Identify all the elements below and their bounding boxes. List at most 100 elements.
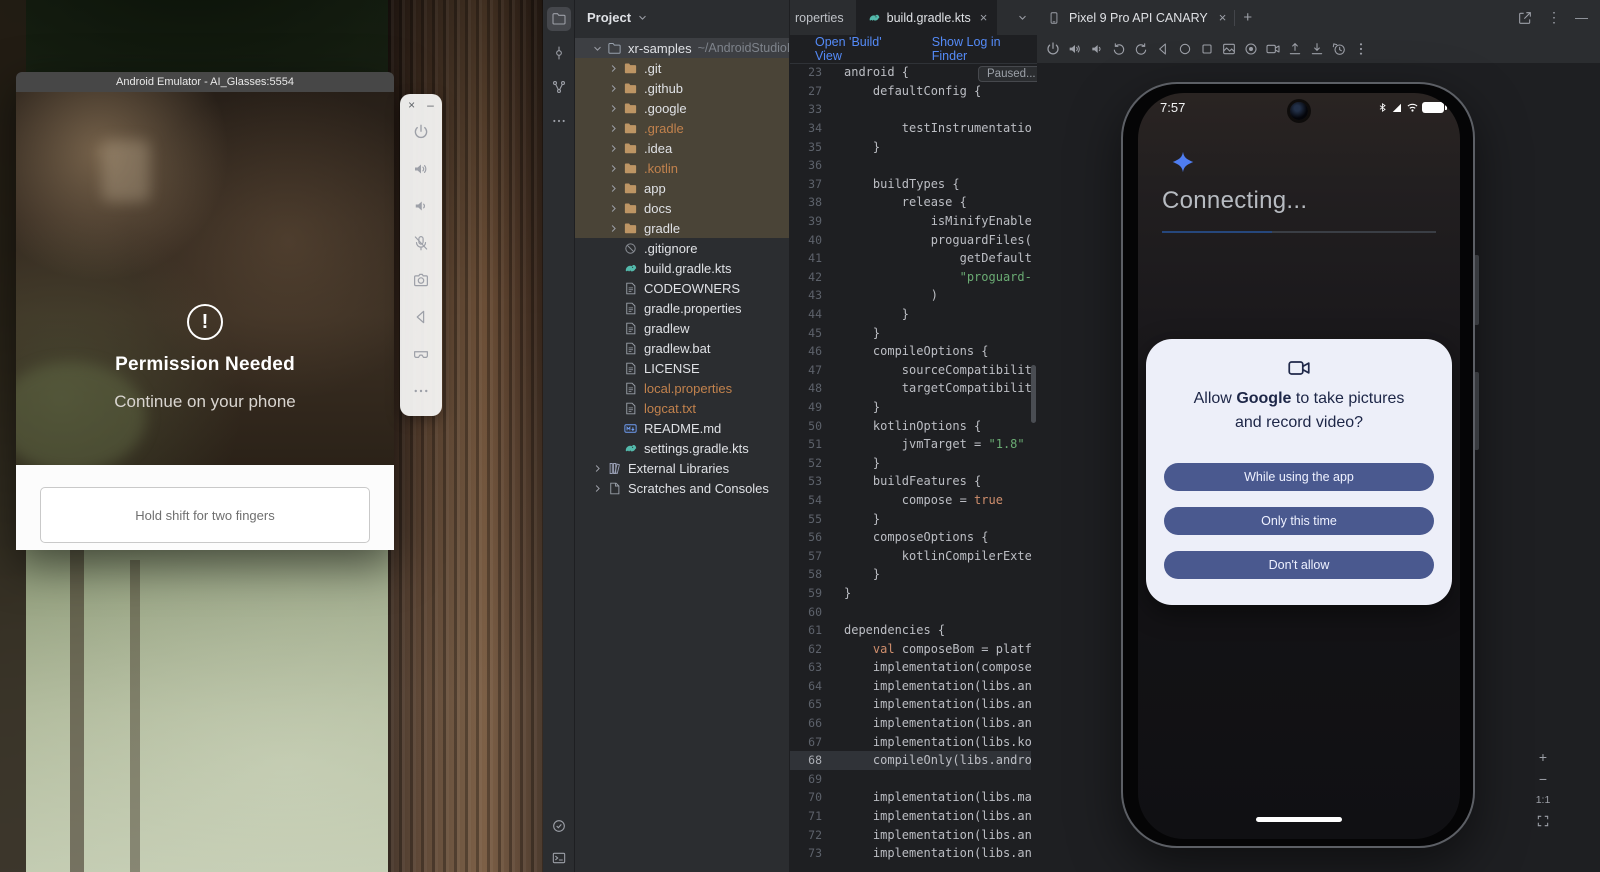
tree-item-label: .google <box>644 101 687 116</box>
folder-icon <box>623 161 638 176</box>
more-button[interactable] <box>412 382 430 400</box>
rotate-right-button[interactable] <box>1133 41 1149 57</box>
tree-item-logcat-txt[interactable]: logcat.txt <box>575 398 789 418</box>
project-panel-header[interactable]: Project <box>575 0 789 35</box>
download-button[interactable] <box>1309 41 1325 57</box>
chevron-right-icon[interactable] <box>605 102 621 115</box>
upload-button[interactable] <box>1287 41 1303 57</box>
tree-item-github[interactable]: .github <box>575 78 789 98</box>
close-icon[interactable]: × <box>408 98 415 112</box>
power-button[interactable] <box>1045 41 1061 57</box>
hidden-tabs-chevron-icon[interactable] <box>1016 11 1029 24</box>
open-build-view-link[interactable]: Open 'Build' View <box>815 35 910 63</box>
mic-off-button[interactable] <box>412 234 430 252</box>
tool-window-project-button[interactable] <box>547 7 571 31</box>
chevron-right-icon[interactable] <box>605 142 621 155</box>
message-text: to take pictures <box>1291 390 1404 407</box>
tree-item-app[interactable]: app <box>575 178 789 198</box>
tree-item-gradle[interactable]: gradle <box>575 218 789 238</box>
tree-item-gradle[interactable]: .gradle <box>575 118 789 138</box>
chevron-right-icon[interactable] <box>605 122 621 135</box>
chevron-right-icon[interactable] <box>605 202 621 215</box>
open-in-window-icon[interactable] <box>1517 10 1533 26</box>
screen-record-button[interactable] <box>1243 41 1259 57</box>
back-button[interactable] <box>412 308 430 326</box>
dont-allow-button[interactable]: Don't allow <box>1164 551 1434 579</box>
multitouch-hint: Hold shift for two fingers <box>40 487 370 543</box>
tree-item-xr-samples[interactable]: xr-samples~/AndroidStudioProj <box>575 38 789 58</box>
minimize-icon[interactable]: – <box>427 98 434 112</box>
show-log-in-finder-link[interactable]: Show Log in Finder <box>932 35 1037 63</box>
hide-panel-icon[interactable]: — <box>1575 10 1588 25</box>
volume-down-button[interactable] <box>1089 41 1105 57</box>
chevron-right-icon[interactable] <box>589 462 605 475</box>
tree-item-gradle-properties[interactable]: gradle.properties <box>575 298 789 318</box>
tree-item-build-gradle-kts[interactable]: build.gradle.kts <box>575 258 789 278</box>
ignored-icon <box>623 241 638 256</box>
editor-scrollbar[interactable] <box>1031 365 1036 423</box>
allow-while-using-button[interactable]: While using the app <box>1164 463 1434 491</box>
kebab-menu-icon[interactable]: ⋮ <box>1547 9 1561 26</box>
chevron-right-icon[interactable] <box>605 82 621 95</box>
tree-item-codeowners[interactable]: CODEOWNERS <box>575 278 789 298</box>
chevron-right-icon[interactable] <box>605 222 621 235</box>
code-editor[interactable]: 23android {27 defaultConfig {3334 testIn… <box>790 63 1031 872</box>
rotate-left-icon <box>1111 41 1127 57</box>
tree-item-scratches-and-consoles[interactable]: Scratches and Consoles <box>575 478 789 498</box>
tool-window-commit-button[interactable] <box>547 41 571 65</box>
tree-item-gradlew[interactable]: gradlew <box>575 318 789 338</box>
tree-item-gradlew-bat[interactable]: gradlew.bat <box>575 338 789 358</box>
tree-item-idea[interactable]: .idea <box>575 138 789 158</box>
tree-item-local-properties[interactable]: local.properties <box>575 378 789 398</box>
more-vert-button[interactable] <box>1353 41 1369 57</box>
tool-window-more-button[interactable] <box>547 109 571 133</box>
tool-window-terminal-button[interactable] <box>547 846 571 870</box>
home-button[interactable] <box>1177 41 1193 57</box>
emulator-window-title: Android Emulator - AI_Glasses:5554 <box>16 72 394 92</box>
zoom-out-button[interactable]: − <box>1539 772 1547 786</box>
screenshot-button[interactable] <box>1221 41 1237 57</box>
chevron-down-icon[interactable] <box>589 42 605 55</box>
tree-item-google[interactable]: .google <box>575 98 789 118</box>
zoom-reset-button[interactable]: 1:1 <box>1536 794 1551 806</box>
close-tab-icon[interactable]: × <box>980 10 988 25</box>
tool-window-problems-button[interactable] <box>547 814 571 838</box>
overview-button[interactable] <box>1199 41 1215 57</box>
zoom-to-fit-icon[interactable] <box>1536 814 1550 828</box>
tree-item-external-libraries[interactable]: External Libraries <box>575 458 789 478</box>
rotate-left-button[interactable] <box>1111 41 1127 57</box>
chevron-right-icon[interactable] <box>605 162 621 175</box>
videocam-button[interactable] <box>1265 41 1281 57</box>
snapshots-button[interactable] <box>1331 41 1347 57</box>
tree-item-docs[interactable]: docs <box>575 198 789 218</box>
allow-only-this-time-button[interactable]: Only this time <box>1164 507 1434 535</box>
tree-item-gitignore[interactable]: .gitignore <box>575 238 789 258</box>
glasses-button[interactable] <box>412 345 430 363</box>
tree-item-kotlin[interactable]: .kotlin <box>575 158 789 178</box>
volume-down-button[interactable] <box>412 197 430 215</box>
tool-window-structure-button[interactable] <box>547 75 571 99</box>
tree-item-readme-md[interactable]: README.md <box>575 418 789 438</box>
chevron-right-icon[interactable] <box>605 62 621 75</box>
commit-icon <box>551 45 567 61</box>
home-indicator[interactable] <box>1256 817 1342 822</box>
device-tab-label[interactable]: Pixel 9 Pro API CANARY <box>1069 11 1208 25</box>
camera-button[interactable] <box>412 271 430 289</box>
gradle-icon <box>623 441 638 456</box>
tab-gradle-properties-partial[interactable]: roperties <box>790 0 857 35</box>
back-button[interactable] <box>1155 41 1171 57</box>
add-device-icon[interactable]: + <box>1243 9 1252 26</box>
emulator-screen[interactable]: ! Permission Needed Continue on your pho… <box>16 92 394 465</box>
chevron-right-icon[interactable] <box>605 182 621 195</box>
volume-up-button[interactable] <box>1067 41 1083 57</box>
tab-build-gradle-kts[interactable]: build.gradle.kts × <box>857 0 998 35</box>
zoom-in-button[interactable]: + <box>1539 750 1547 764</box>
tree-item-settings-gradle-kts[interactable]: settings.gradle.kts <box>575 438 789 458</box>
power-button[interactable] <box>412 123 430 141</box>
tree-item-git[interactable]: .git <box>575 58 789 78</box>
tree-item-license[interactable]: LICENSE <box>575 358 789 378</box>
close-device-tab-icon[interactable]: × <box>1219 10 1227 25</box>
volume-up-button[interactable] <box>412 160 430 178</box>
chevron-right-icon[interactable] <box>589 482 605 495</box>
device-screen[interactable]: 7:57 Connecting... Allow Go <box>1138 93 1460 839</box>
